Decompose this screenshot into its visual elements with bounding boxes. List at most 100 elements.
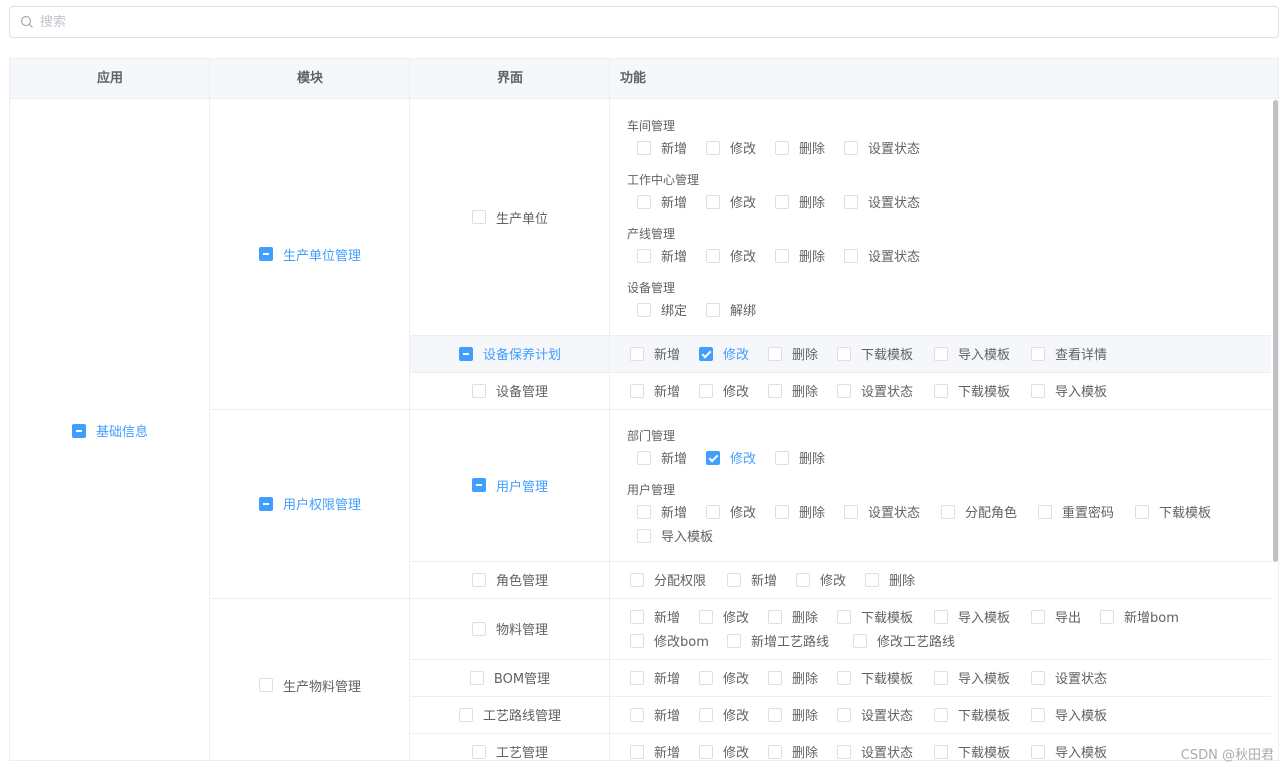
function-option[interactable]: 修改 [706,502,756,521]
module-checkbox[interactable] [258,678,273,692]
function-checkbox[interactable] [844,504,858,519]
function-checkbox[interactable] [1031,346,1045,361]
function-option[interactable]: 设置状态 [837,381,913,400]
function-checkbox[interactable] [706,302,720,317]
function-option[interactable]: 删除 [768,742,818,760]
page-cell[interactable]: 工艺管理 [410,733,610,760]
module-cell[interactable]: 生产单位管理 [210,99,410,409]
function-checkbox[interactable] [706,504,720,519]
app-cell[interactable]: 基础信息 [10,99,210,760]
page-cell[interactable]: 设备管理 [410,372,610,409]
function-option[interactable]: 下载模板 [1135,502,1211,521]
function-option[interactable]: 导入模板 [1031,742,1107,760]
function-checkbox[interactable] [1135,504,1149,519]
function-option[interactable]: 新增 [637,138,687,157]
function-option[interactable]: 新增 [630,742,680,760]
function-checkbox[interactable] [637,528,651,543]
function-checkbox[interactable] [727,572,741,587]
function-checkbox[interactable] [637,504,651,519]
function-checkbox[interactable] [630,670,644,685]
function-option[interactable]: 修改 [699,742,749,760]
function-checkbox[interactable] [637,140,651,155]
function-option[interactable]: 修改工艺路线 [853,631,955,650]
function-checkbox[interactable] [837,346,851,361]
function-option[interactable]: 修改bom [630,631,709,650]
function-checkbox[interactable] [699,707,713,722]
page-checkbox[interactable] [471,744,486,759]
function-checkbox[interactable] [1100,609,1114,624]
function-option[interactable]: 新增 [637,502,687,521]
function-checkbox[interactable] [727,633,741,648]
function-option[interactable]: 新增 [637,246,687,265]
function-option[interactable]: 删除 [775,246,825,265]
page-checkbox[interactable] [458,346,473,361]
function-checkbox[interactable] [844,140,858,155]
function-option[interactable]: 修改 [706,448,756,467]
function-checkbox[interactable] [934,346,948,361]
page-checkbox[interactable] [471,210,486,224]
function-checkbox[interactable] [837,744,851,759]
function-checkbox[interactable] [699,383,713,398]
function-checkbox[interactable] [768,744,782,759]
function-option[interactable]: 分配权限 [630,570,706,589]
page-checkbox[interactable] [471,621,486,636]
page-cell[interactable]: 生产单位 [410,99,610,335]
function-option[interactable]: 导入模板 [637,526,713,545]
function-option[interactable]: 下载模板 [934,742,1010,760]
function-checkbox[interactable] [630,744,644,759]
function-checkbox[interactable] [630,707,644,722]
function-checkbox[interactable] [706,248,720,263]
function-option[interactable]: 修改 [706,246,756,265]
function-option[interactable]: 设置状态 [1031,668,1107,687]
function-option[interactable]: 修改 [699,705,749,724]
function-option[interactable]: 修改 [699,381,749,400]
function-checkbox[interactable] [768,346,782,361]
function-checkbox[interactable] [630,609,644,624]
function-checkbox[interactable] [853,633,867,648]
function-checkbox[interactable] [699,670,713,685]
function-checkbox[interactable] [630,572,644,587]
function-option[interactable]: 导入模板 [1031,381,1107,400]
function-option[interactable]: 修改 [706,192,756,211]
function-checkbox[interactable] [837,670,851,685]
function-option[interactable]: 下载模板 [837,668,913,687]
function-option[interactable]: 删除 [865,570,915,589]
function-option[interactable]: 新增 [727,570,777,589]
function-checkbox[interactable] [775,140,789,155]
function-option[interactable]: 设置状态 [837,705,913,724]
function-option[interactable]: 删除 [775,502,825,521]
page-cell[interactable]: 物料管理 [410,598,610,659]
function-checkbox[interactable] [637,302,651,317]
function-checkbox[interactable] [706,450,720,465]
function-option[interactable]: 设置状态 [844,192,920,211]
function-checkbox[interactable] [637,194,651,209]
function-checkbox[interactable] [941,504,955,519]
function-checkbox[interactable] [1031,744,1045,759]
function-checkbox[interactable] [1031,383,1045,398]
function-option[interactable]: 设置状态 [844,246,920,265]
function-option[interactable]: 导入模板 [934,344,1010,363]
function-checkbox[interactable] [630,633,644,648]
function-checkbox[interactable] [1031,670,1045,685]
function-checkbox[interactable] [768,609,782,624]
page-cell[interactable]: 设备保养计划 [410,335,610,372]
function-option[interactable]: 下载模板 [934,705,1010,724]
page-cell[interactable]: 工艺路线管理 [410,696,610,733]
function-option[interactable]: 修改 [699,607,749,626]
function-checkbox[interactable] [844,248,858,263]
function-option[interactable]: 新增bom [1100,607,1179,626]
function-option[interactable]: 新增 [630,607,680,626]
function-option[interactable]: 新增 [630,381,680,400]
function-checkbox[interactable] [706,140,720,155]
function-option[interactable]: 删除 [775,192,825,211]
function-option[interactable]: 删除 [775,448,825,467]
page-cell[interactable]: 用户管理 [410,409,610,561]
function-checkbox[interactable] [775,504,789,519]
function-checkbox[interactable] [934,609,948,624]
page-checkbox[interactable] [458,707,473,722]
function-option[interactable]: 删除 [768,607,818,626]
function-option[interactable]: 重置密码 [1038,502,1114,521]
function-checkbox[interactable] [844,194,858,209]
function-checkbox[interactable] [837,609,851,624]
function-option[interactable]: 新增 [637,448,687,467]
